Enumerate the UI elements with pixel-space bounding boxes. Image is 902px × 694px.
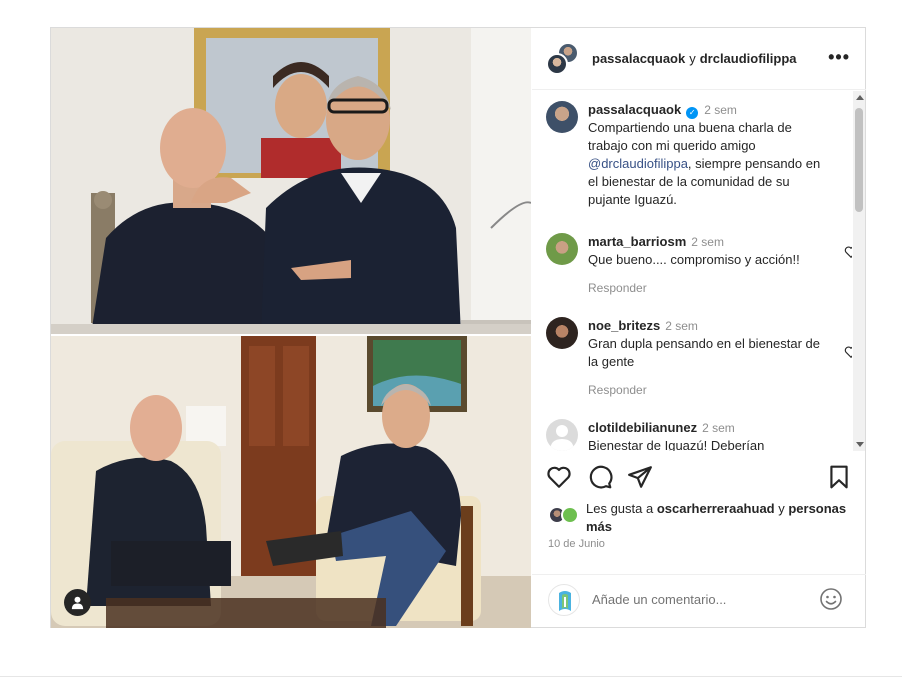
verified-badge-icon: ✓ <box>686 107 699 119</box>
comment-icon[interactable] <box>587 464 613 490</box>
post-header: passalacquaok y drclaudiofilippa ••• <box>532 28 866 90</box>
comment-time[interactable]: 2 sem <box>665 319 698 333</box>
likes-connector: y <box>774 501 789 516</box>
avatar[interactable] <box>546 317 578 349</box>
avatar <box>561 506 579 524</box>
avatar <box>546 52 568 75</box>
reply-link[interactable]: Responder <box>588 381 824 399</box>
heart-icon[interactable] <box>546 464 572 490</box>
scroll-thumb[interactable] <box>855 108 863 212</box>
caption-body: passalacquaok ✓ 2 sem Compartiendo una bue… <box>588 101 824 209</box>
heart-icon[interactable] <box>844 345 852 359</box>
avatar[interactable] <box>546 101 578 133</box>
photo-two-men-seated <box>51 336 531 628</box>
header-user-2[interactable]: drclaudiofilippa <box>700 51 797 66</box>
reply-link[interactable]: Responder <box>588 279 824 297</box>
add-comment-bar: Añade un comentario... <box>532 574 866 628</box>
bookmark-icon[interactable] <box>826 464 852 490</box>
likers-avatars[interactable] <box>548 506 582 526</box>
caption-time[interactable]: 2 sem <box>704 103 737 117</box>
page-divider <box>0 676 902 677</box>
likes-prefix: Les gusta a <box>586 501 657 516</box>
header-user-1[interactable]: passalacquaok <box>592 51 685 66</box>
caption-text-before: Compartiendo una buena charla de trabajo… <box>588 120 792 153</box>
user-tag-icon[interactable] <box>64 589 91 616</box>
caption-mention[interactable]: @drclaudiofilippa <box>588 156 688 171</box>
comment-username[interactable]: noe_britezs <box>588 318 660 333</box>
comments-list[interactable]: passalacquaok ✓ 2 sem Compartiendo una bue… <box>532 91 852 451</box>
comment-body: clotildebilianunez 2 sem Bienestar de Igu… <box>588 419 824 451</box>
likes-summary: Les gusta a oscarherreraahuad y personas… <box>548 500 862 536</box>
comment-username[interactable]: marta_barriosm <box>588 234 686 249</box>
comment-time[interactable]: 2 sem <box>691 235 724 249</box>
avatar <box>548 584 580 616</box>
photo-two-men-standing <box>51 28 531 334</box>
comment-input[interactable]: Añade un comentario... <box>592 592 726 607</box>
header-connector: y <box>689 51 696 66</box>
post-actions <box>532 464 866 496</box>
scroll-down-icon[interactable] <box>856 442 864 447</box>
comment-body: noe_britezs 2 sem Gran dupla pensando en … <box>588 317 824 399</box>
more-horizontal-icon[interactable]: ••• <box>828 48 850 66</box>
emoji-icon[interactable] <box>819 587 843 611</box>
header-usernames: passalacquaok y drclaudiofilippa <box>592 51 797 66</box>
comment-time[interactable]: 2 sem <box>702 421 735 435</box>
post-side-panel: passalacquaok y drclaudiofilippa ••• passa… <box>532 28 866 628</box>
comment-text: Que bueno.... compromiso y acción!! <box>588 252 800 267</box>
send-icon[interactable] <box>627 464 653 490</box>
scroll-up-icon[interactable] <box>856 95 864 100</box>
avatar[interactable] <box>546 233 578 265</box>
caption-username[interactable]: passalacquaok <box>588 102 681 117</box>
post-date[interactable]: 10 de Junio <box>548 538 605 550</box>
heart-icon[interactable] <box>844 245 852 259</box>
comment-text: Bienestar de Iguazú! Deberían <box>588 438 765 451</box>
likes-text: Les gusta a oscarherreraahuad y personas… <box>548 500 862 536</box>
likes-user[interactable]: oscarherreraahuad <box>657 501 775 516</box>
comment-body: marta_barriosm 2 sem Que bueno.... compro… <box>588 233 824 297</box>
collab-avatars[interactable] <box>546 41 580 76</box>
post-media[interactable] <box>51 28 531 628</box>
avatar[interactable] <box>546 419 578 451</box>
instagram-post: passalacquaok y drclaudiofilippa ••• passa… <box>50 27 866 628</box>
comments-scrollbar[interactable] <box>853 91 865 451</box>
comment-text: Gran dupla pensando en el bienestar de l… <box>588 336 821 369</box>
comment-username[interactable]: clotildebilianunez <box>588 420 697 435</box>
